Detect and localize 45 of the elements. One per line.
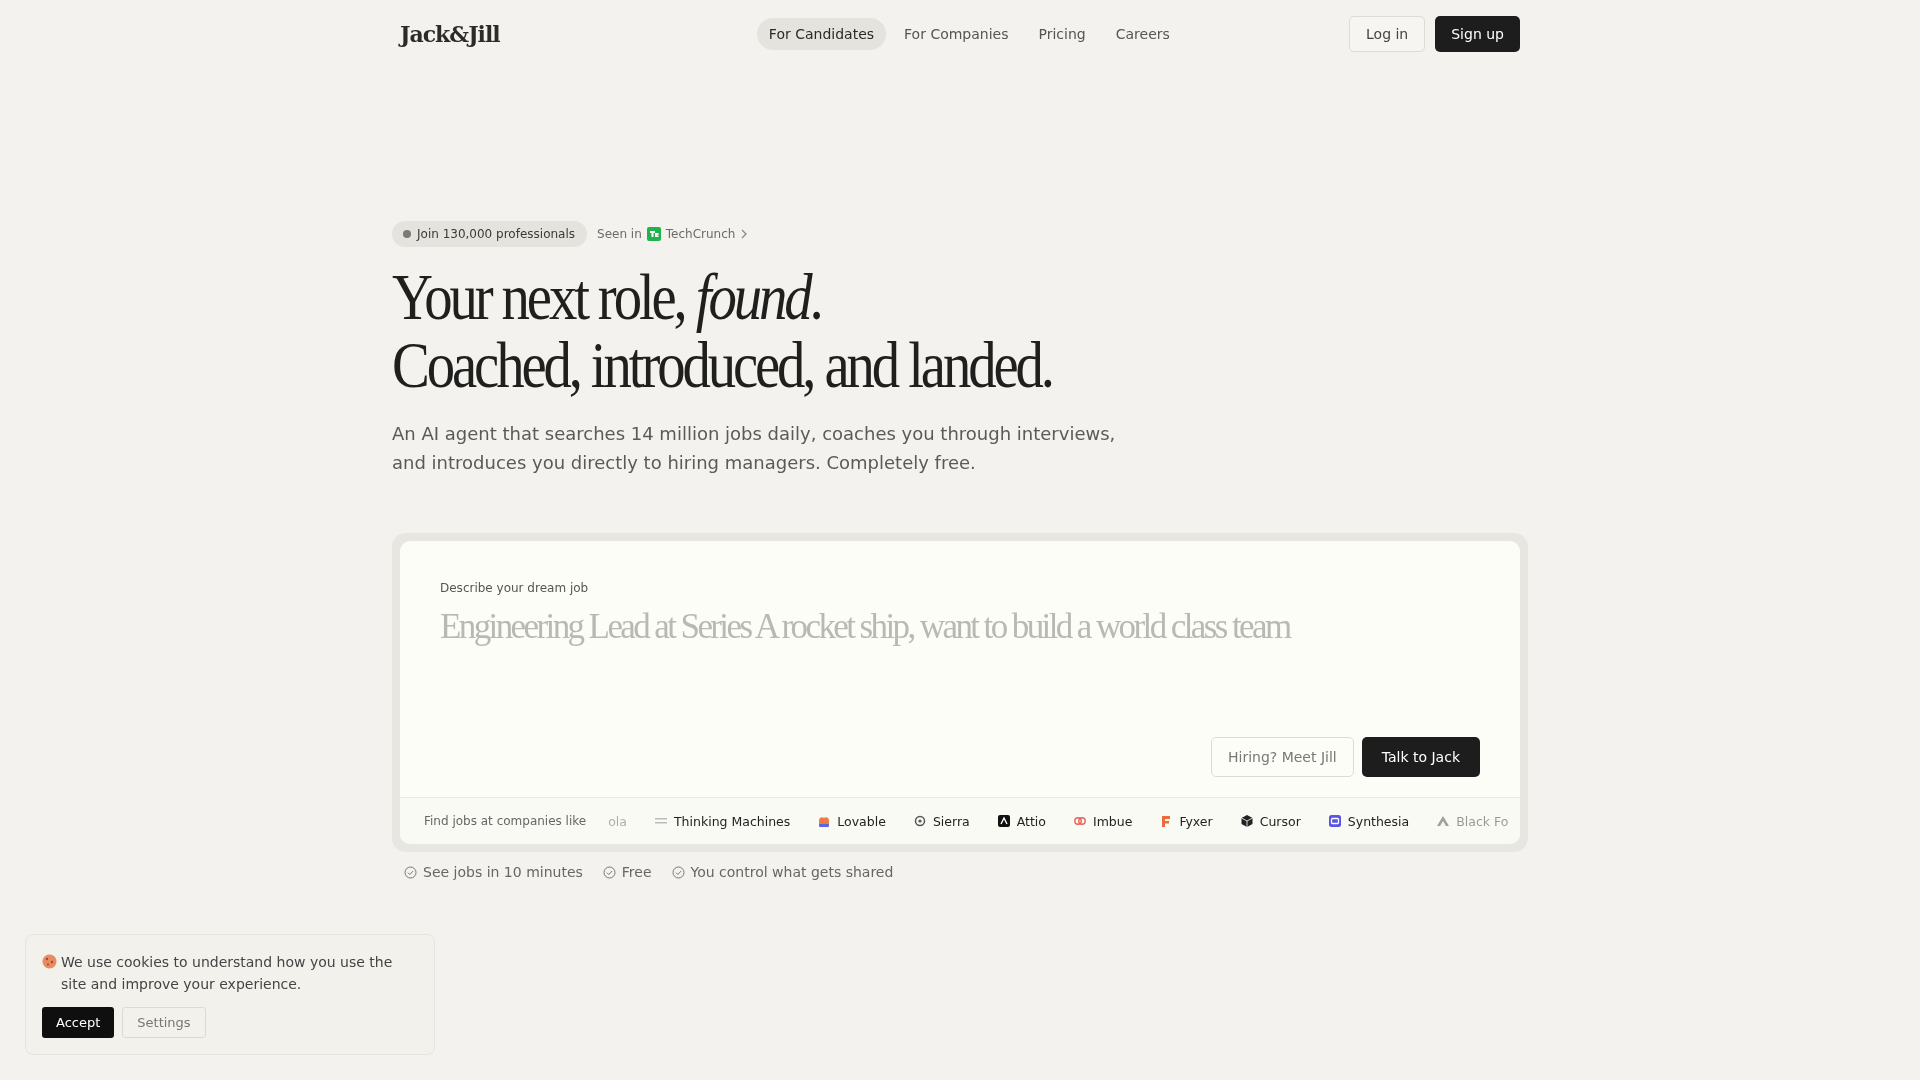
check-circle-icon xyxy=(671,865,685,879)
cookie-message: We use cookies to understand how you use the site and improve your experience. xyxy=(61,953,394,994)
company-name: Imbue xyxy=(1093,813,1133,829)
accept-button[interactable]: Accept xyxy=(42,1007,115,1038)
companies-label: Find jobs at companies like xyxy=(424,814,587,828)
press-logo-icon xyxy=(646,227,661,241)
cube-icon xyxy=(1239,814,1254,828)
hiring-button[interactable]: Hiring? Meet Jill xyxy=(1210,737,1354,777)
hero-subtitle: An AI agent that searches 14 million jobs daily, coaches you through interviews, and introduces you directly to hiring managers. Completely free. xyxy=(392,422,1117,475)
nav-link[interactable]: Careers xyxy=(1103,17,1182,50)
badge-text: Join 130,000 professionals xyxy=(417,227,576,241)
company-name: Attio xyxy=(1016,813,1046,829)
company-name: Fyxer xyxy=(1179,813,1213,829)
company-name: Sierra xyxy=(932,813,970,829)
company-name: Synthesia xyxy=(1347,813,1410,829)
check-circle-icon xyxy=(602,865,616,879)
company-name: ola xyxy=(608,813,627,829)
chevron-right-icon xyxy=(740,229,749,239)
company-name: Lovable xyxy=(837,813,886,829)
nav-link[interactable]: For Candidates xyxy=(756,17,887,50)
company-name: Thinking Machines xyxy=(674,813,791,829)
rounded-square-icon xyxy=(1327,814,1342,828)
check-circle-icon xyxy=(404,865,417,879)
feature-text: Free xyxy=(621,864,652,880)
headline-line: Your next role, found. xyxy=(392,263,821,331)
press-link[interactable]: Seen in TechCrunch xyxy=(597,227,749,241)
feature-text: See jobs in 10 minutes xyxy=(423,864,583,880)
signup-button[interactable]: Sign up xyxy=(1435,15,1520,52)
settings-button[interactable]: Settings xyxy=(122,1007,206,1038)
talk-button[interactable]: Talk to Jack xyxy=(1361,737,1480,777)
feature-text: You control what gets shared xyxy=(690,864,894,880)
triangle-icon xyxy=(1436,814,1451,828)
knot-icon xyxy=(1073,814,1087,828)
dot-icon xyxy=(402,229,412,239)
logo[interactable]: Jack&Jill xyxy=(400,20,500,47)
nav-link[interactable]: Pricing xyxy=(1026,17,1098,50)
square-logo-icon xyxy=(996,814,1011,828)
company-name: Black Fo xyxy=(1456,813,1509,829)
cookie-icon xyxy=(42,954,57,969)
login-button[interactable]: Log in xyxy=(1349,15,1426,52)
nav-link[interactable]: For Companies xyxy=(892,17,1021,50)
seen-in-text: Seen in xyxy=(597,227,642,241)
field-label: Describe your dream job xyxy=(440,581,590,595)
press-name: TechCrunch xyxy=(665,227,736,241)
company-name: Cursor xyxy=(1259,813,1301,829)
